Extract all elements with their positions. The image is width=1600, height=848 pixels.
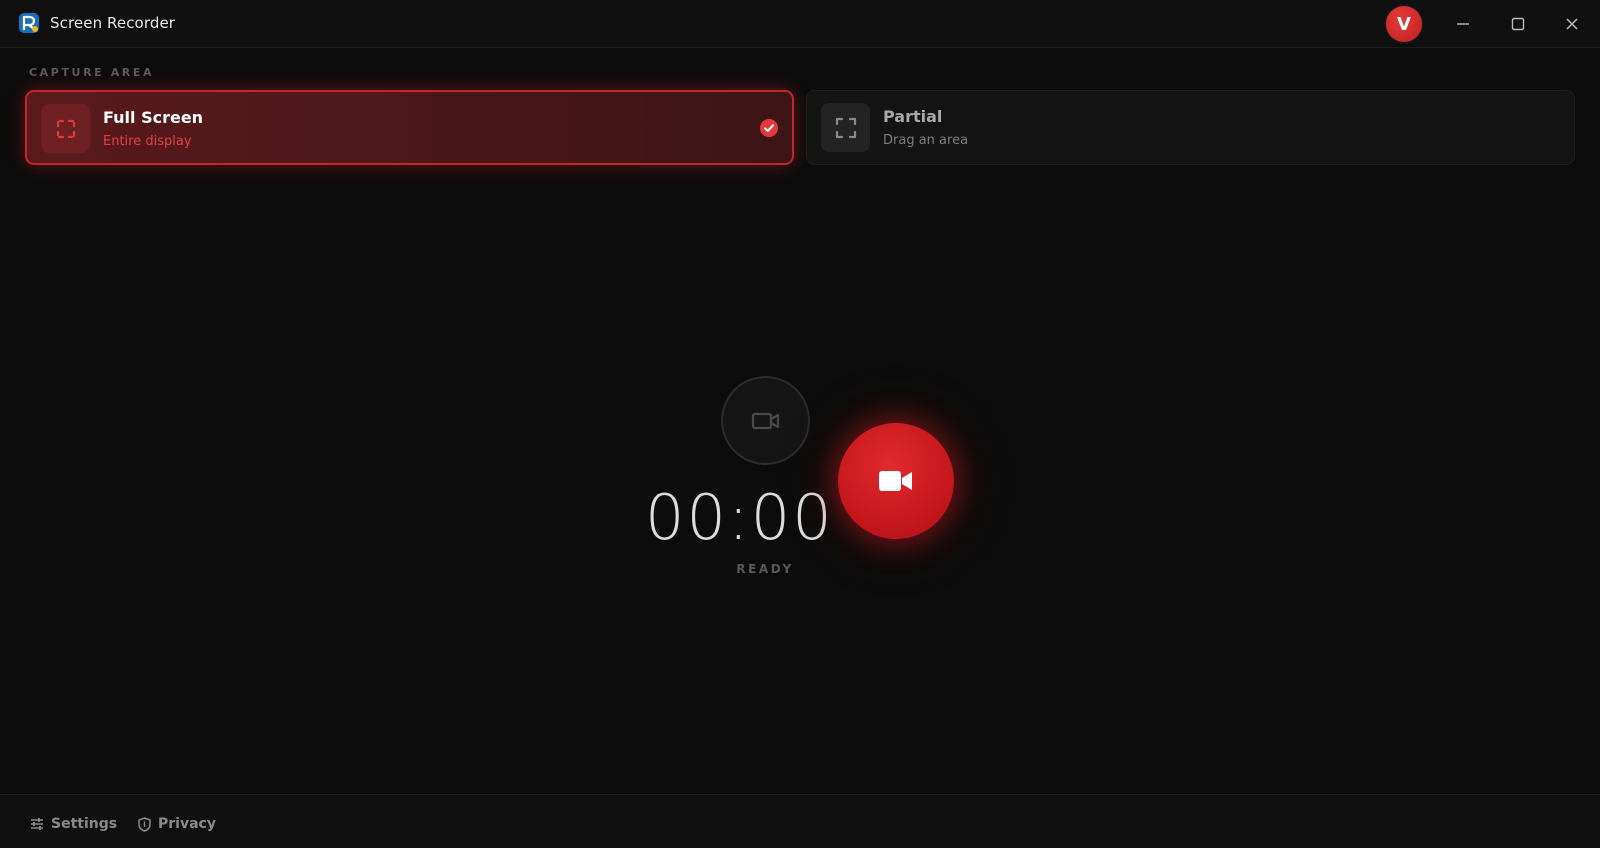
fullscreen-icon [56, 119, 75, 138]
full-screen-option[interactable]: Full Screen Entire display [25, 90, 794, 165]
close-icon [1566, 18, 1578, 30]
recording-status: READY [736, 562, 794, 576]
footer-bar: Settings Privacy [0, 794, 1600, 848]
settings-link[interactable]: Settings [30, 816, 117, 832]
full-screen-title: Full Screen [103, 108, 204, 127]
settings-label: Settings [51, 816, 118, 832]
avatar-initial: V [1397, 13, 1411, 35]
video-camera-icon [879, 471, 912, 491]
shield-icon [138, 816, 151, 832]
avatar[interactable]: V [1386, 6, 1422, 42]
maximize-button[interactable] [1500, 8, 1536, 40]
partial-title: Partial [883, 107, 943, 126]
minimize-icon [1457, 23, 1469, 25]
app-title: Screen Recorder [50, 14, 176, 32]
maximize-icon [1511, 17, 1525, 31]
minimize-button[interactable] [1445, 8, 1481, 40]
camera-toggle-button[interactable] [721, 376, 810, 465]
sliders-icon [31, 818, 43, 830]
close-button[interactable] [1554, 8, 1590, 40]
partial-option[interactable]: Partial Drag an area [806, 90, 1575, 165]
privacy-link[interactable]: Privacy [138, 816, 216, 832]
partial-area-icon [835, 117, 856, 138]
capture-area-label: CAPTURE AREA [29, 66, 155, 79]
record-button[interactable] [838, 423, 954, 539]
partial-subtitle: Drag an area [883, 133, 969, 148]
camera-icon [751, 412, 779, 429]
title-bar: Screen Recorder V [0, 0, 1600, 48]
privacy-label: Privacy [158, 816, 216, 832]
app-logo-icon [19, 13, 39, 33]
check-circle-icon [760, 119, 778, 137]
recording-timer: 00:00 [645, 481, 834, 554]
full-screen-icon-box [41, 104, 90, 153]
full-screen-subtitle: Entire display [103, 134, 192, 149]
partial-icon-box [821, 103, 870, 152]
